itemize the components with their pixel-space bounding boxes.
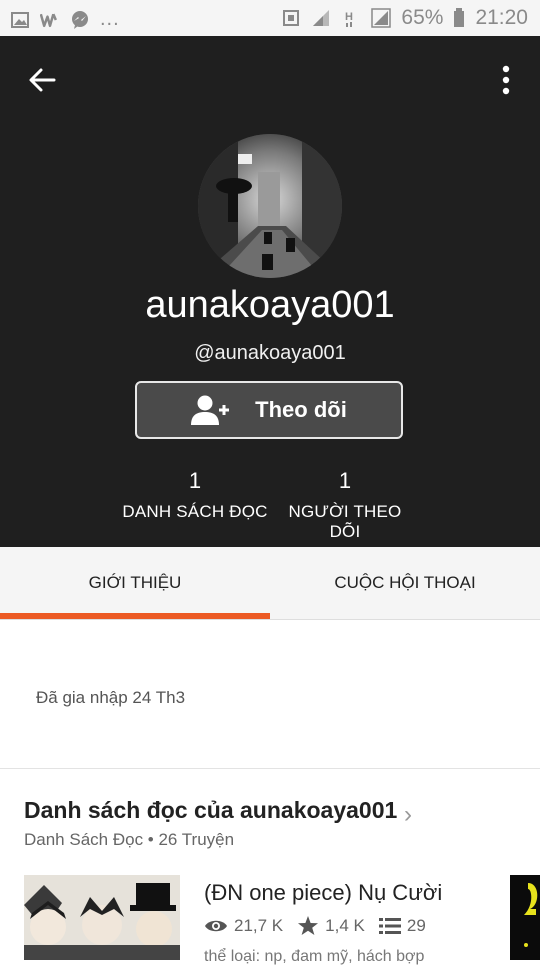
tab-about[interactable]: GIỚI THIỆU (0, 547, 270, 619)
messenger-icon (72, 10, 88, 29)
chevron-right-icon[interactable]: › (404, 801, 412, 829)
tab-conversations[interactable]: CUỘC HỘI THOẠI (270, 547, 540, 619)
profile-tabs: GIỚI THIỆU CUỘC HỘI THOẠI (0, 547, 540, 620)
story-parts: 29 (406, 916, 426, 935)
follow-button-label: Theo dõi (255, 397, 347, 422)
story-meta: 21,7 K 1,4 K 29 (204, 916, 434, 936)
image-icon (11, 11, 29, 28)
wattpad-icon (40, 13, 57, 27)
avatar-image (198, 134, 342, 278)
sync-icon (283, 10, 300, 26)
profile-header: aunakoaya001 @aunakoaya001 Theo dõi 1 DA… (0, 36, 540, 547)
stat-reading-lists[interactable]: 1 DANH SÁCH ĐỌC (122, 468, 268, 522)
stat-label: NGƯỜI THEO DÕI (288, 502, 402, 541)
avatar[interactable] (198, 134, 342, 278)
username-handle: @aunakoaya001 (194, 342, 346, 364)
back-arrow-icon[interactable] (26, 64, 58, 96)
battery-icon (454, 8, 465, 27)
divider (0, 768, 540, 769)
active-tab-indicator (0, 613, 270, 619)
reading-list-subtitle: Danh Sách Đọc • 26 Truyện (24, 830, 235, 849)
reading-list-title[interactable]: Danh sách đọc của aunakoaya001 (24, 797, 397, 824)
list-icon (378, 918, 401, 934)
next-story-cover-image (510, 875, 540, 960)
more-vertical-icon[interactable] (500, 64, 512, 96)
story-tags: thể loại: np, đam mỹ, hách bợp (204, 948, 425, 965)
data-h-icon: H (345, 11, 353, 27)
next-story-cover[interactable] (510, 875, 540, 960)
status-bar: ... H 65% 21:20 (0, 0, 540, 36)
stat-label: DANH SÁCH ĐỌC (122, 502, 268, 521)
signal-icon (313, 10, 330, 26)
clock: 21:20 (475, 6, 528, 29)
battery-percent: 65% (401, 6, 444, 29)
add-person-icon (191, 395, 230, 425)
stat-followers[interactable]: 1 NGƯỜI THEO DÕI (272, 468, 418, 542)
signal-strength-icon (371, 8, 392, 28)
more-notifications: ... (100, 8, 120, 30)
follow-button[interactable]: Theo dõi (135, 381, 403, 439)
star-icon (298, 916, 319, 935)
eye-icon (205, 920, 227, 932)
story-cover[interactable] (24, 875, 180, 960)
story-title[interactable]: (ĐN one piece) Nụ Cười (204, 880, 442, 906)
stat-value: 1 (188, 468, 202, 493)
story-votes: 1,4 K (325, 916, 365, 935)
story-views: 21,7 K (234, 916, 284, 935)
story-cover-image (24, 875, 180, 960)
svg-text:H: H (345, 11, 353, 23)
stat-value: 1 (338, 468, 352, 493)
display-name: aunakoaya001 (145, 284, 395, 326)
joined-date: Đã gia nhập 24 Th3 (36, 688, 186, 707)
